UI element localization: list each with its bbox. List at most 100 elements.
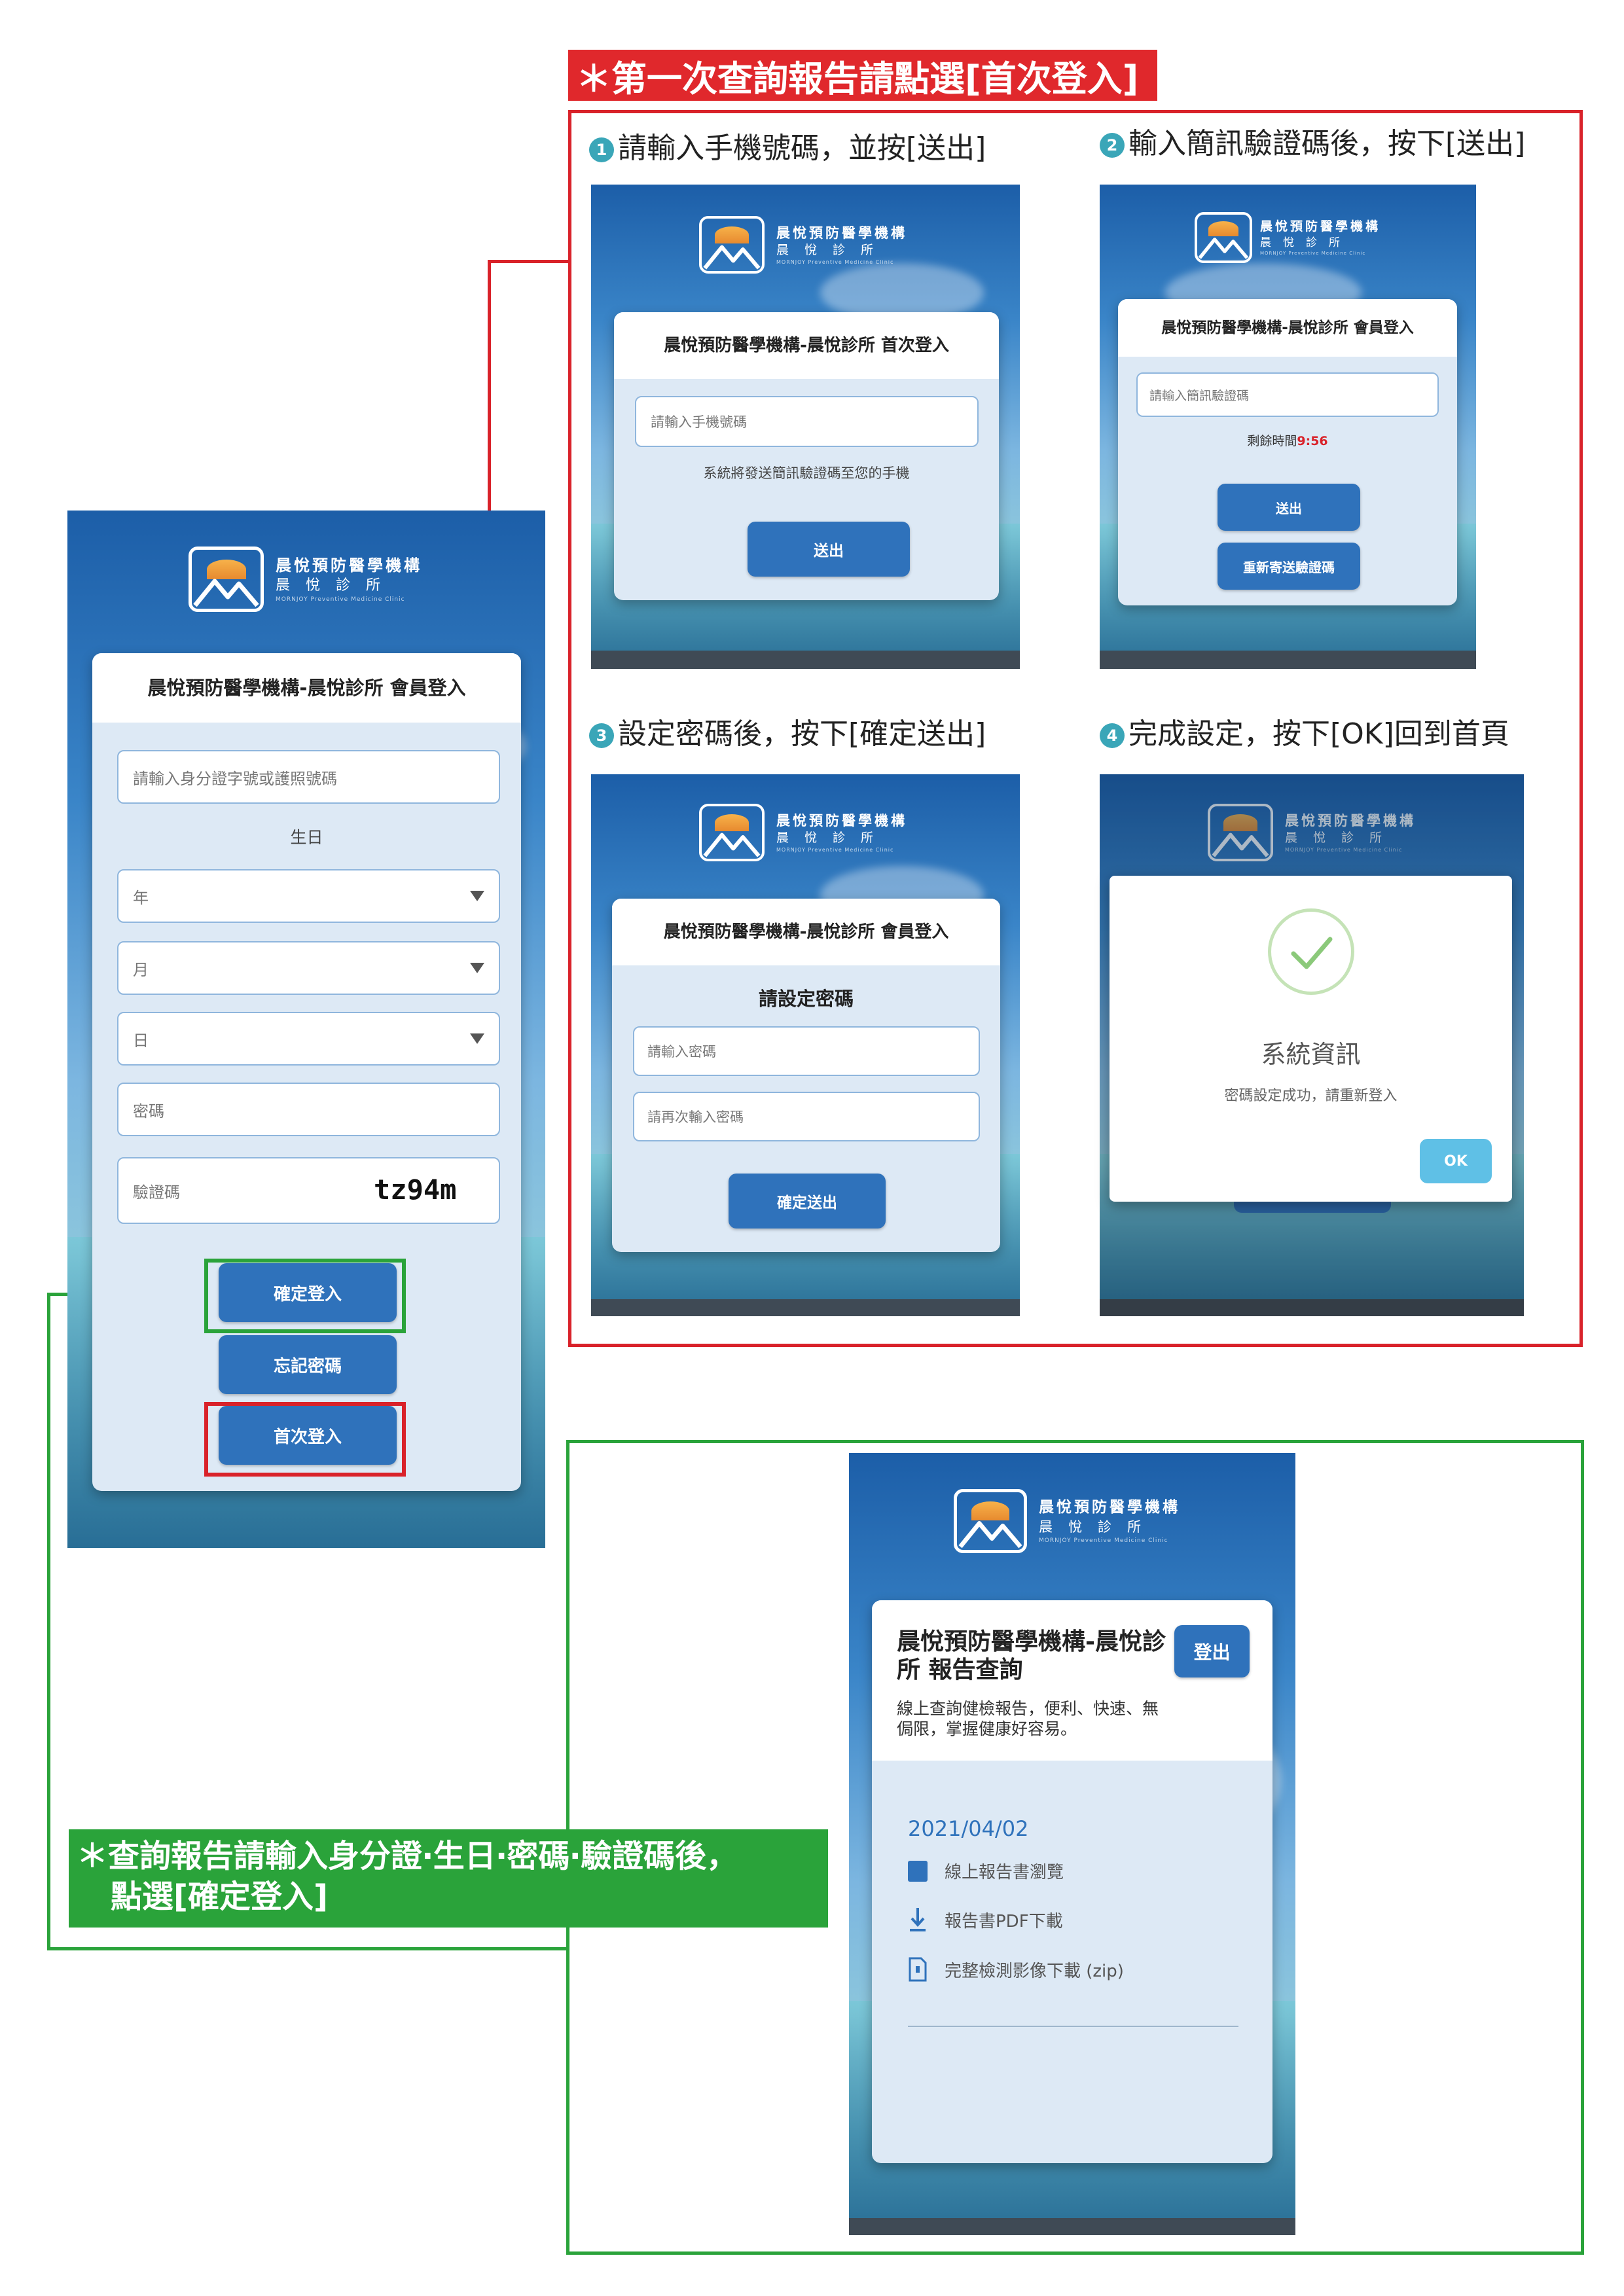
green-connector-v (47, 1293, 50, 1950)
first-time-banner: ＊第一次查詢報告請點選[首次登入] (568, 50, 1157, 101)
query-banner-line1: ＊查詢報告請輸入身分證‧生日‧密碼‧驗證碼後， (77, 1838, 738, 1874)
set-password-heading: 請設定密碼 (758, 988, 854, 1010)
chevron-down-icon (470, 891, 484, 901)
sms-verify-card-title: 晨悅預防醫學機構-晨悅診所 會員登入 (1118, 299, 1457, 357)
captcha-placeholder: 驗證碼 (133, 1183, 180, 1202)
logo-mark-icon (189, 547, 264, 612)
chevron-down-icon (470, 963, 484, 973)
logo-mark-icon (699, 216, 765, 274)
logo-line3: MORNJOY Preventive Medicine Clinic (1285, 846, 1403, 853)
id-input-placeholder: 請輸入身分證字號或護照號碼 (133, 769, 337, 788)
first-time-banner-text: ＊第一次查詢報告請點選[首次登入] (576, 58, 1139, 99)
logo-line3: MORNJOY Preventive Medicine Clinic (776, 259, 894, 265)
confirm-submit-button[interactable]: 確定送出 (729, 1174, 886, 1229)
logo-line2: 晨悅診所 (776, 830, 890, 845)
forgot-password-button[interactable]: 忘記密碼 (219, 1335, 397, 1394)
step2-screen: 晨悅預防醫學機構 晨悅診所 MORNJOY Preventive Medicin… (1100, 185, 1476, 669)
sms-code-input[interactable]: 請輸入簡訊驗證碼 (1136, 372, 1439, 417)
red-connector-top (488, 260, 569, 263)
report-item-online-label: 線上報告書瀏覽 (945, 1863, 1064, 1882)
clinic-logo: 晨悅預防醫學機構 晨悅診所 MORNJOY Preventive Medicin… (699, 216, 907, 274)
remaining-time-label: 剩餘時間 (1247, 434, 1297, 448)
report-subtitle: 線上查詢健檢報告，便利、快速、無侷限，掌握健康好容易。 (897, 1699, 1159, 1739)
report-item-zip-label: 完整檢測影像下載 (zip) (945, 1961, 1124, 1981)
step2-label: 2 輸入簡訊驗證碼後，按下[送出] (1100, 120, 1525, 162)
step4-label-text: 完成設定，按下[OK]回到首頁 (1128, 717, 1509, 751)
step1-number: 1 (589, 137, 614, 162)
report-item-pdf-label: 報告書PDF下載 (945, 1911, 1063, 1931)
logo-mark-icon (954, 1489, 1027, 1553)
birth-month-value: 月 (133, 960, 149, 979)
logo-line3: MORNJOY Preventive Medicine Clinic (1260, 250, 1366, 256)
birth-month-select[interactable]: 月 (117, 941, 500, 995)
step3-label-text: 設定密碼後，按下[確定送出] (618, 717, 986, 751)
step1-screen: 晨悅預防醫學機構 晨悅診所 MORNJOY Preventive Medicin… (591, 185, 1020, 669)
dialog-title: 系統資訊 (1261, 1040, 1361, 1069)
logo-line3: MORNJOY Preventive Medicine Clinic (776, 846, 894, 853)
step3-label: 3 設定密碼後，按下[確定送出] (589, 710, 986, 752)
logo-line1: 晨悅預防醫學機構 (776, 224, 907, 241)
query-banner: ＊查詢報告請輸入身分證‧生日‧密碼‧驗證碼後， 點選[確定登入] (69, 1829, 828, 1928)
captcha-code: tz94m (374, 1174, 457, 1206)
first-login-button-highlight (204, 1402, 406, 1477)
birth-day-select[interactable]: 日 (117, 1012, 500, 1066)
report-item-pdf[interactable]: 報告書PDF下載 (908, 1907, 1063, 1933)
logo-line2: 晨悅診所 (1039, 1519, 1157, 1535)
first-login-card: 晨悅預防醫學機構-晨悅診所 首次登入 請輸入手機號碼 系統將發送簡訊驗證碼至您的… (614, 312, 999, 600)
step2-label-text: 輸入簡訊驗證碼後，按下[送出] (1128, 127, 1526, 160)
step1-label: 1 請輸入手機號碼，並按[送出] (589, 124, 986, 166)
birthday-label: 生日 (290, 828, 323, 847)
birth-year-select[interactable]: 年 (117, 869, 500, 923)
send-button[interactable]: 送出 (748, 522, 910, 577)
logo-line2: 晨悅診所 (276, 577, 397, 594)
resend-code-button[interactable]: 重新寄送驗證碼 (1218, 543, 1360, 590)
logo-line2: 晨悅診所 (1260, 236, 1352, 249)
report-item-online[interactable]: 線上報告書瀏覽 (908, 1859, 1064, 1883)
remaining-time-value: 9:56 (1297, 434, 1328, 448)
report-item-zip[interactable]: 完整檢測影像下載 (zip) (908, 1957, 1124, 1982)
step3-number: 3 (589, 723, 614, 748)
logo-mark-icon (1195, 212, 1252, 263)
send-button[interactable]: 送出 (1218, 484, 1360, 531)
remaining-time: 剩餘時間9:56 (1118, 431, 1457, 449)
set-password-card: 晨悅預防醫學機構-晨悅診所 會員登入 請設定密碼 請輸入密碼 請再次輸入密碼 確… (612, 899, 1000, 1252)
phone-input[interactable]: 請輸入手機號碼 (635, 396, 979, 447)
password-input[interactable]: 密碼 (117, 1083, 500, 1136)
query-banner-line2: 點選[確定登入] (111, 1878, 328, 1916)
new-password-input[interactable]: 請輸入密碼 (633, 1026, 980, 1076)
clinic-logo: 晨悅預防醫學機構 晨悅診所 MORNJOY Preventive Medicin… (1195, 212, 1380, 263)
new-password-placeholder: 請輸入密碼 (647, 1044, 716, 1060)
logo-line2: 晨悅診所 (1285, 830, 1398, 845)
logo-mark-icon (699, 804, 765, 861)
download-icon (908, 1907, 928, 1933)
clinic-logo: 晨悅預防醫學機構 晨悅診所 MORNJOY Preventive Medicin… (1208, 804, 1416, 861)
login-card-title: 晨悅預防醫學機構-晨悅診所 會員登入 (92, 653, 521, 723)
birth-day-value: 日 (133, 1031, 149, 1050)
login-card: 晨悅預防醫學機構-晨悅診所 會員登入 請輸入身分證字號或護照號碼 生日 年 月 … (92, 653, 521, 1491)
set-password-card-title: 晨悅預防醫學機構-晨悅診所 會員登入 (612, 899, 1000, 965)
chevron-down-icon (470, 1033, 484, 1044)
success-check-icon (1268, 908, 1354, 995)
password-placeholder: 密碼 (133, 1102, 164, 1121)
step1-label-text: 請輸入手機號碼，並按[送出] (618, 132, 986, 165)
book-icon (908, 1860, 928, 1882)
report-card: 晨悅預防醫學機構-晨悅診所 報告查詢 登出 線上查詢健檢報告，便利、快速、無侷限… (872, 1600, 1272, 2163)
ok-button[interactable]: OK (1420, 1139, 1492, 1183)
logout-button[interactable]: 登出 (1174, 1625, 1250, 1677)
sms-hint: 系統將發送簡訊驗證碼至您的手機 (703, 465, 910, 481)
confirm-password-placeholder: 請再次輸入密碼 (647, 1109, 744, 1125)
report-title: 晨悅預防醫學機構-晨悅診所 報告查詢 (897, 1628, 1166, 1684)
sms-code-placeholder: 請輸入簡訊驗證碼 (1149, 388, 1250, 403)
phone-placeholder: 請輸入手機號碼 (651, 414, 747, 430)
logo-line3: MORNJOY Preventive Medicine Clinic (1039, 1537, 1168, 1544)
confirm-password-input[interactable]: 請再次輸入密碼 (633, 1092, 980, 1141)
zip-file-icon (908, 1957, 928, 1982)
logo-line1: 晨悅預防醫學機構 (276, 556, 422, 575)
logo-line1: 晨悅預防醫學機構 (1039, 1499, 1180, 1516)
system-info-dialog: 系統資訊 密碼設定成功，請重新登入 OK (1110, 876, 1512, 1202)
report-divider (908, 2026, 1238, 2027)
birth-year-value: 年 (133, 888, 149, 907)
green-connector-bottom (47, 1947, 568, 1950)
id-input[interactable]: 請輸入身分證字號或護照號碼 (117, 750, 500, 804)
main-login-screen: 晨悅預防醫學機構 晨悅診所 MORNJOY Preventive Medicin… (67, 511, 545, 1548)
